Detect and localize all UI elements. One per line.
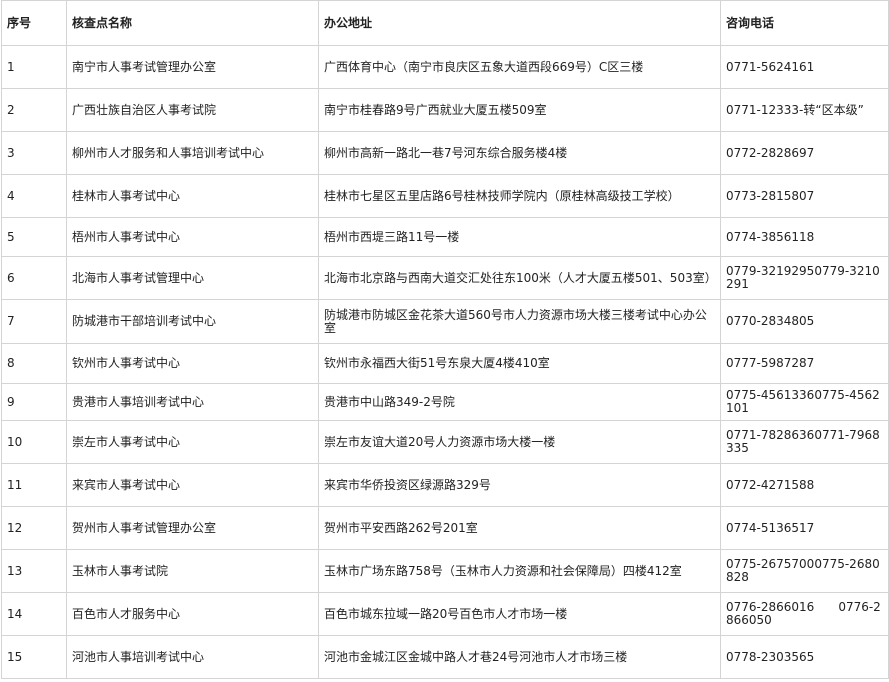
cell-address: 玉林市广场东路758号（玉林市人力资源和社会保障局）四楼412室 <box>318 549 721 593</box>
cell-address: 柳州市高新一路北一巷7号河东综合服务楼4楼 <box>318 131 721 175</box>
cell-phone: 0771-12333-转“区本级” <box>720 88 889 132</box>
table-row: 14 百色市人才服务中心 百色市城东拉域一路20号百色市人才市场一楼 0776-… <box>1 592 889 636</box>
cell-name: 柳州市人才服务和人事培训考试中心 <box>66 131 319 175</box>
table-header-row: 序号 核查点名称 办公地址 咨询电话 <box>1 0 889 46</box>
cell-phone: 0770-2834805 <box>720 299 889 344</box>
cell-index: 10 <box>1 420 67 464</box>
header-name: 核查点名称 <box>66 0 319 46</box>
header-index: 序号 <box>1 0 67 46</box>
cell-index: 14 <box>1 592 67 636</box>
cell-name: 梧州市人事考试中心 <box>66 217 319 257</box>
cell-name: 百色市人才服务中心 <box>66 592 319 636</box>
cell-phone: 0778-2303565 <box>720 635 889 679</box>
cell-address: 梧州市西堤三路11号一楼 <box>318 217 721 257</box>
cell-name: 贺州市人事考试管理办公室 <box>66 506 319 550</box>
cell-address: 贺州市平安西路262号201室 <box>318 506 721 550</box>
cell-index: 15 <box>1 635 67 679</box>
cell-name: 广西壮族自治区人事考试院 <box>66 88 319 132</box>
cell-index: 8 <box>1 343 67 384</box>
cell-phone: 0771-78286360771-7968335 <box>720 420 889 464</box>
table-row: 7 防城港市干部培训考试中心 防城港市防城区金花茶大道560号市人力资源市场大楼… <box>1 299 889 344</box>
cell-index: 7 <box>1 299 67 344</box>
cell-address: 桂林市七星区五里店路6号桂林技师学院内（原桂林高级技工学校） <box>318 174 721 218</box>
table-row: 3 柳州市人才服务和人事培训考试中心 柳州市高新一路北一巷7号河东综合服务楼4楼… <box>1 131 889 175</box>
cell-index: 12 <box>1 506 67 550</box>
table-row: 8 钦州市人事考试中心 钦州市永福西大街51号东泉大厦4楼410室 0777-5… <box>1 343 889 384</box>
table-row: 13 玉林市人事考试院 玉林市广场东路758号（玉林市人力资源和社会保障局）四楼… <box>1 549 889 593</box>
table-row: 12 贺州市人事考试管理办公室 贺州市平安西路262号201室 0774-513… <box>1 506 889 550</box>
cell-name: 河池市人事培训考试中心 <box>66 635 319 679</box>
cell-phone: 0776-2866016 0776-2866050 <box>720 592 889 636</box>
cell-index: 1 <box>1 45 67 89</box>
cell-address: 崇左市友谊大道20号人力资源市场大楼一楼 <box>318 420 721 464</box>
cell-phone: 0774-3856118 <box>720 217 889 257</box>
table-row: 2 广西壮族自治区人事考试院 南宁市桂春路9号广西就业大厦五楼509室 0771… <box>1 88 889 132</box>
cell-name: 玉林市人事考试院 <box>66 549 319 593</box>
cell-name: 防城港市干部培训考试中心 <box>66 299 319 344</box>
cell-name: 贵港市人事培训考试中心 <box>66 383 319 421</box>
cell-address: 南宁市桂春路9号广西就业大厦五楼509室 <box>318 88 721 132</box>
cell-phone: 0773-2815807 <box>720 174 889 218</box>
table-row: 1 南宁市人事考试管理办公室 广西体育中心（南宁市良庆区五象大道西段669号）C… <box>1 45 889 89</box>
cell-phone: 0771-5624161 <box>720 45 889 89</box>
cell-index: 6 <box>1 256 67 300</box>
cell-name: 来宾市人事考试中心 <box>66 463 319 507</box>
cell-address: 防城港市防城区金花茶大道560号市人力资源市场大楼三楼考试中心办公室 <box>318 299 721 344</box>
cell-phone: 0774-5136517 <box>720 506 889 550</box>
table-row: 11 来宾市人事考试中心 来宾市华侨投资区绿源路329号 0772-427158… <box>1 463 889 507</box>
cell-index: 9 <box>1 383 67 421</box>
cell-index: 11 <box>1 463 67 507</box>
cell-phone: 0779-32192950779-3210291 <box>720 256 889 300</box>
table-row: 4 桂林市人事考试中心 桂林市七星区五里店路6号桂林技师学院内（原桂林高级技工学… <box>1 174 889 218</box>
cell-index: 3 <box>1 131 67 175</box>
table-row: 9 贵港市人事培训考试中心 贵港市中山路349-2号院 0775-4561336… <box>1 383 889 421</box>
cell-address: 广西体育中心（南宁市良庆区五象大道西段669号）C区三楼 <box>318 45 721 89</box>
cell-index: 2 <box>1 88 67 132</box>
cell-name: 桂林市人事考试中心 <box>66 174 319 218</box>
cell-phone: 0775-26757000775-2680828 <box>720 549 889 593</box>
cell-phone: 0775-45613360775-4562101 <box>720 383 889 421</box>
header-address: 办公地址 <box>318 0 721 46</box>
cell-phone: 0772-4271588 <box>720 463 889 507</box>
cell-address: 贵港市中山路349-2号院 <box>318 383 721 421</box>
table-row: 15 河池市人事培训考试中心 河池市金城江区金城中路人才巷24号河池市人才市场三… <box>1 635 889 679</box>
exam-center-table: 序号 核查点名称 办公地址 咨询电话 1 南宁市人事考试管理办公室 广西体育中心… <box>1 0 889 679</box>
header-phone: 咨询电话 <box>720 0 889 46</box>
cell-index: 5 <box>1 217 67 257</box>
table-row: 5 梧州市人事考试中心 梧州市西堤三路11号一楼 0774-3856118 <box>1 217 889 257</box>
table-row: 6 北海市人事考试管理中心 北海市北京路与西南大道交汇处往东100米（人才大厦五… <box>1 256 889 300</box>
cell-name: 南宁市人事考试管理办公室 <box>66 45 319 89</box>
cell-address: 钦州市永福西大街51号东泉大厦4楼410室 <box>318 343 721 384</box>
cell-address: 北海市北京路与西南大道交汇处往东100米（人才大厦五楼501、503室） <box>318 256 721 300</box>
cell-phone: 0772-2828697 <box>720 131 889 175</box>
cell-index: 4 <box>1 174 67 218</box>
cell-name: 北海市人事考试管理中心 <box>66 256 319 300</box>
cell-phone: 0777-5987287 <box>720 343 889 384</box>
cell-address: 河池市金城江区金城中路人才巷24号河池市人才市场三楼 <box>318 635 721 679</box>
cell-address: 百色市城东拉域一路20号百色市人才市场一楼 <box>318 592 721 636</box>
cell-name: 崇左市人事考试中心 <box>66 420 319 464</box>
table-row: 10 崇左市人事考试中心 崇左市友谊大道20号人力资源市场大楼一楼 0771-7… <box>1 420 889 464</box>
cell-name: 钦州市人事考试中心 <box>66 343 319 384</box>
cell-index: 13 <box>1 549 67 593</box>
cell-address: 来宾市华侨投资区绿源路329号 <box>318 463 721 507</box>
